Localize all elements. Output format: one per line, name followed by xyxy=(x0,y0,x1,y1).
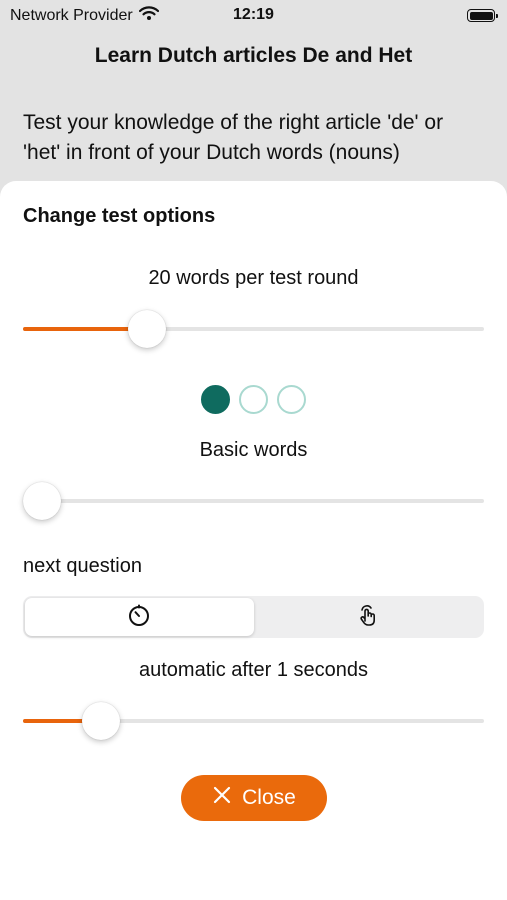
level-dot-3[interactable] xyxy=(277,385,306,414)
battery-icon xyxy=(467,9,498,22)
intro-text: Test your knowledge of the right article… xyxy=(23,111,444,164)
slider-thumb[interactable] xyxy=(82,702,120,740)
word-level-slider[interactable] xyxy=(23,481,484,521)
next-question-label: next question xyxy=(23,555,142,577)
delay-label: automatic after 1 seconds xyxy=(138,659,368,681)
words-per-round-label: 20 words per test round xyxy=(148,267,359,289)
tap-icon xyxy=(355,602,381,633)
options-sheet: Change test options 20 words per test ro… xyxy=(0,181,507,900)
close-button[interactable]: Close xyxy=(181,775,327,821)
segment-automatic[interactable] xyxy=(25,598,254,636)
close-button-label: Close xyxy=(242,786,296,809)
delay-slider[interactable] xyxy=(23,701,484,741)
level-dots xyxy=(0,385,507,414)
timer-icon xyxy=(127,603,151,632)
level-dot-2[interactable] xyxy=(239,385,268,414)
words-per-round-slider[interactable] xyxy=(23,309,484,349)
clock: 12:19 xyxy=(233,6,274,23)
next-question-control[interactable] xyxy=(23,596,484,638)
slider-thumb[interactable] xyxy=(128,310,166,348)
segment-tap[interactable] xyxy=(254,598,483,636)
sheet-title: Change test options xyxy=(23,205,216,227)
slider-track xyxy=(23,499,484,503)
level-dot-1[interactable] xyxy=(201,385,230,414)
word-level-label: Basic words xyxy=(199,439,308,461)
app-title: Learn Dutch articles De and Het xyxy=(94,44,413,67)
slider-thumb[interactable] xyxy=(23,482,61,520)
close-icon xyxy=(212,785,232,811)
status-bar: Network Provider 12:19 xyxy=(0,0,507,32)
